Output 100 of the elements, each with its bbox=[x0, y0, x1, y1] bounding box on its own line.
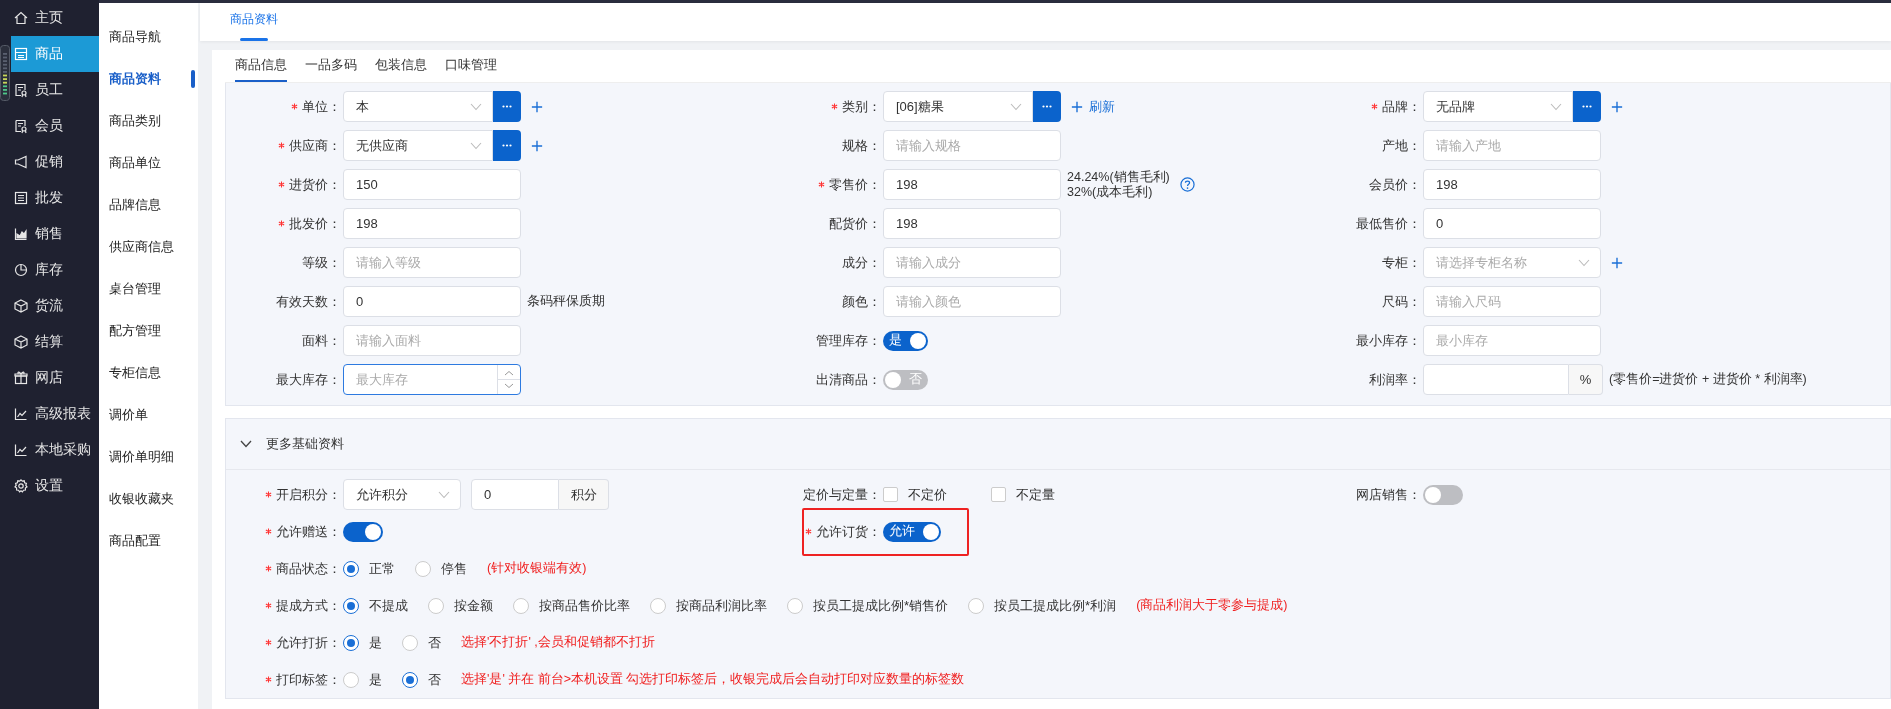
add-icon[interactable] bbox=[1611, 100, 1623, 113]
section-title: 更多基础资料 bbox=[266, 435, 344, 453]
sidebar-item[interactable]: 结算 bbox=[11, 324, 99, 360]
input-field[interactable]: 请输入面料 bbox=[343, 325, 521, 356]
input-field[interactable]: 0 bbox=[343, 286, 521, 317]
field-label: 品牌： bbox=[1382, 97, 1421, 116]
add-icon[interactable] bbox=[531, 100, 543, 113]
field-label: 出清商品： bbox=[816, 370, 881, 389]
subnav-item[interactable]: 专柜信息 bbox=[99, 352, 198, 394]
toggle-switch[interactable]: 允许 bbox=[883, 521, 941, 542]
sidebar-item[interactable]: 高级报表 bbox=[11, 396, 99, 432]
input-field[interactable]: 请输入等级 bbox=[343, 247, 521, 278]
sidebar-item[interactable]: 库存 bbox=[11, 252, 99, 288]
spinner-icon[interactable] bbox=[497, 365, 520, 394]
input-field[interactable]: 请输入产地 bbox=[1423, 130, 1601, 161]
subnav-item[interactable]: 桌台管理 bbox=[99, 268, 198, 310]
more-button[interactable] bbox=[1573, 91, 1601, 122]
select-field[interactable]: 无品牌 bbox=[1423, 91, 1573, 122]
line-chart-icon bbox=[13, 442, 29, 458]
input-field[interactable]: 请输入颜色 bbox=[883, 286, 1061, 317]
sidebar-item[interactable]: 销售 bbox=[11, 216, 99, 252]
field-label: 等级： bbox=[302, 253, 341, 272]
sidebar-item[interactable]: 员工 bbox=[11, 72, 99, 108]
input-field[interactable]: 0 bbox=[471, 479, 559, 510]
subnav-item[interactable]: 商品单位 bbox=[99, 142, 198, 184]
subnav-item[interactable]: 配方管理 bbox=[99, 310, 198, 352]
sidebar-item[interactable]: 批发 bbox=[11, 180, 99, 216]
refresh-link[interactable]: 刷新 bbox=[1089, 97, 1115, 116]
subnav-item[interactable]: 品牌信息 bbox=[99, 184, 198, 226]
add-icon[interactable] bbox=[531, 139, 543, 152]
add-icon[interactable] bbox=[1071, 100, 1083, 113]
radio-label: 是 bbox=[369, 633, 382, 652]
input-field[interactable]: 最小库存 bbox=[1423, 325, 1601, 356]
select-field[interactable]: [06]糖果 bbox=[883, 91, 1033, 122]
select-field[interactable]: 本 bbox=[343, 91, 493, 122]
field-label: 会员价： bbox=[1369, 175, 1421, 194]
input-field[interactable]: 198 bbox=[343, 208, 521, 239]
subnav-item[interactable]: 商品导航 bbox=[99, 16, 198, 58]
sidebar-item[interactable]: 网店 bbox=[11, 360, 99, 396]
add-icon[interactable] bbox=[1611, 256, 1623, 269]
toggle-switch[interactable] bbox=[1423, 484, 1463, 505]
radio-label: 按商品售价比率 bbox=[539, 596, 630, 615]
input-field[interactable]: 请输入规格 bbox=[883, 130, 1061, 161]
radio-button[interactable] bbox=[343, 560, 359, 577]
checkbox[interactable] bbox=[991, 487, 1006, 502]
input-field[interactable]: 请输入成分 bbox=[883, 247, 1061, 278]
radio-button[interactable] bbox=[343, 597, 359, 614]
sidebar-item[interactable]: 货流 bbox=[11, 288, 99, 324]
checkbox[interactable] bbox=[883, 487, 898, 502]
field-label: 允许打折： bbox=[276, 633, 341, 652]
field-label: 零售价： bbox=[829, 175, 881, 194]
field-label: 进货价： bbox=[289, 175, 341, 194]
input-field[interactable]: 198 bbox=[883, 208, 1061, 239]
sidebar-item[interactable]: 主页 bbox=[11, 0, 99, 36]
input-field[interactable]: 198 bbox=[883, 169, 1061, 200]
radio-label: 是 bbox=[369, 670, 382, 689]
checkbox-label: 不定价 bbox=[908, 485, 947, 504]
input-field[interactable]: 198 bbox=[1423, 169, 1601, 200]
field-label: 利润率： bbox=[1369, 370, 1421, 389]
input-field[interactable]: 0 bbox=[1423, 208, 1601, 239]
form-tab[interactable]: 口味管理 bbox=[445, 50, 497, 82]
pie-chart-icon bbox=[13, 262, 29, 278]
radio-button[interactable] bbox=[343, 634, 359, 651]
chevron-icon[interactable] bbox=[240, 440, 252, 448]
subnav-item[interactable]: 收银收藏夹 bbox=[99, 478, 198, 520]
subnav-item[interactable]: 商品资料 bbox=[99, 58, 198, 100]
select-field[interactable]: 允许积分 bbox=[343, 479, 461, 510]
page-tab[interactable]: 商品资料 bbox=[220, 11, 288, 41]
input-field[interactable]: 150 bbox=[343, 169, 521, 200]
toggle-switch[interactable]: 是 bbox=[883, 330, 928, 351]
sidebar-item[interactable]: 促销 bbox=[11, 144, 99, 180]
radio-button[interactable] bbox=[402, 671, 418, 688]
sidebar-item[interactable]: 设置 bbox=[11, 468, 99, 504]
sidebar-item[interactable]: 会员 bbox=[11, 108, 99, 144]
help-icon[interactable] bbox=[1179, 177, 1195, 192]
select-field[interactable]: 无供应商 bbox=[343, 130, 493, 161]
field-label: 有效天数： bbox=[276, 292, 341, 311]
gift-icon bbox=[13, 370, 29, 386]
more-icon bbox=[502, 144, 512, 147]
number-field[interactable]: 最大库存 bbox=[343, 364, 521, 395]
field-note: 32%(成本毛利) bbox=[1067, 184, 1154, 200]
sidebar-item[interactable]: 本地采购 bbox=[11, 432, 99, 468]
field-label: 商品状态： bbox=[276, 559, 341, 578]
subnav-item[interactable]: 调价单明细 bbox=[99, 436, 198, 478]
input-field[interactable] bbox=[1423, 364, 1569, 395]
subnav-item[interactable]: 供应商信息 bbox=[99, 226, 198, 268]
radio-label: 不提成 bbox=[369, 596, 408, 615]
more-button[interactable] bbox=[493, 91, 521, 122]
more-button[interactable] bbox=[1033, 91, 1061, 122]
input-field[interactable]: 请输入尺码 bbox=[1423, 286, 1601, 317]
more-icon bbox=[1042, 105, 1052, 108]
toggle-switch[interactable] bbox=[343, 521, 383, 542]
subnav-item[interactable]: 商品配置 bbox=[99, 520, 198, 562]
form-tab[interactable]: 一品多码 bbox=[305, 50, 357, 82]
subnav-item[interactable]: 调价单 bbox=[99, 394, 198, 436]
more-button[interactable] bbox=[493, 130, 521, 161]
subnav-item[interactable]: 商品类别 bbox=[99, 100, 198, 142]
form-tab[interactable]: 包装信息 bbox=[375, 50, 427, 82]
checkbox-label: 不定量 bbox=[1016, 485, 1055, 504]
field-label: 网店销售： bbox=[1356, 485, 1421, 504]
